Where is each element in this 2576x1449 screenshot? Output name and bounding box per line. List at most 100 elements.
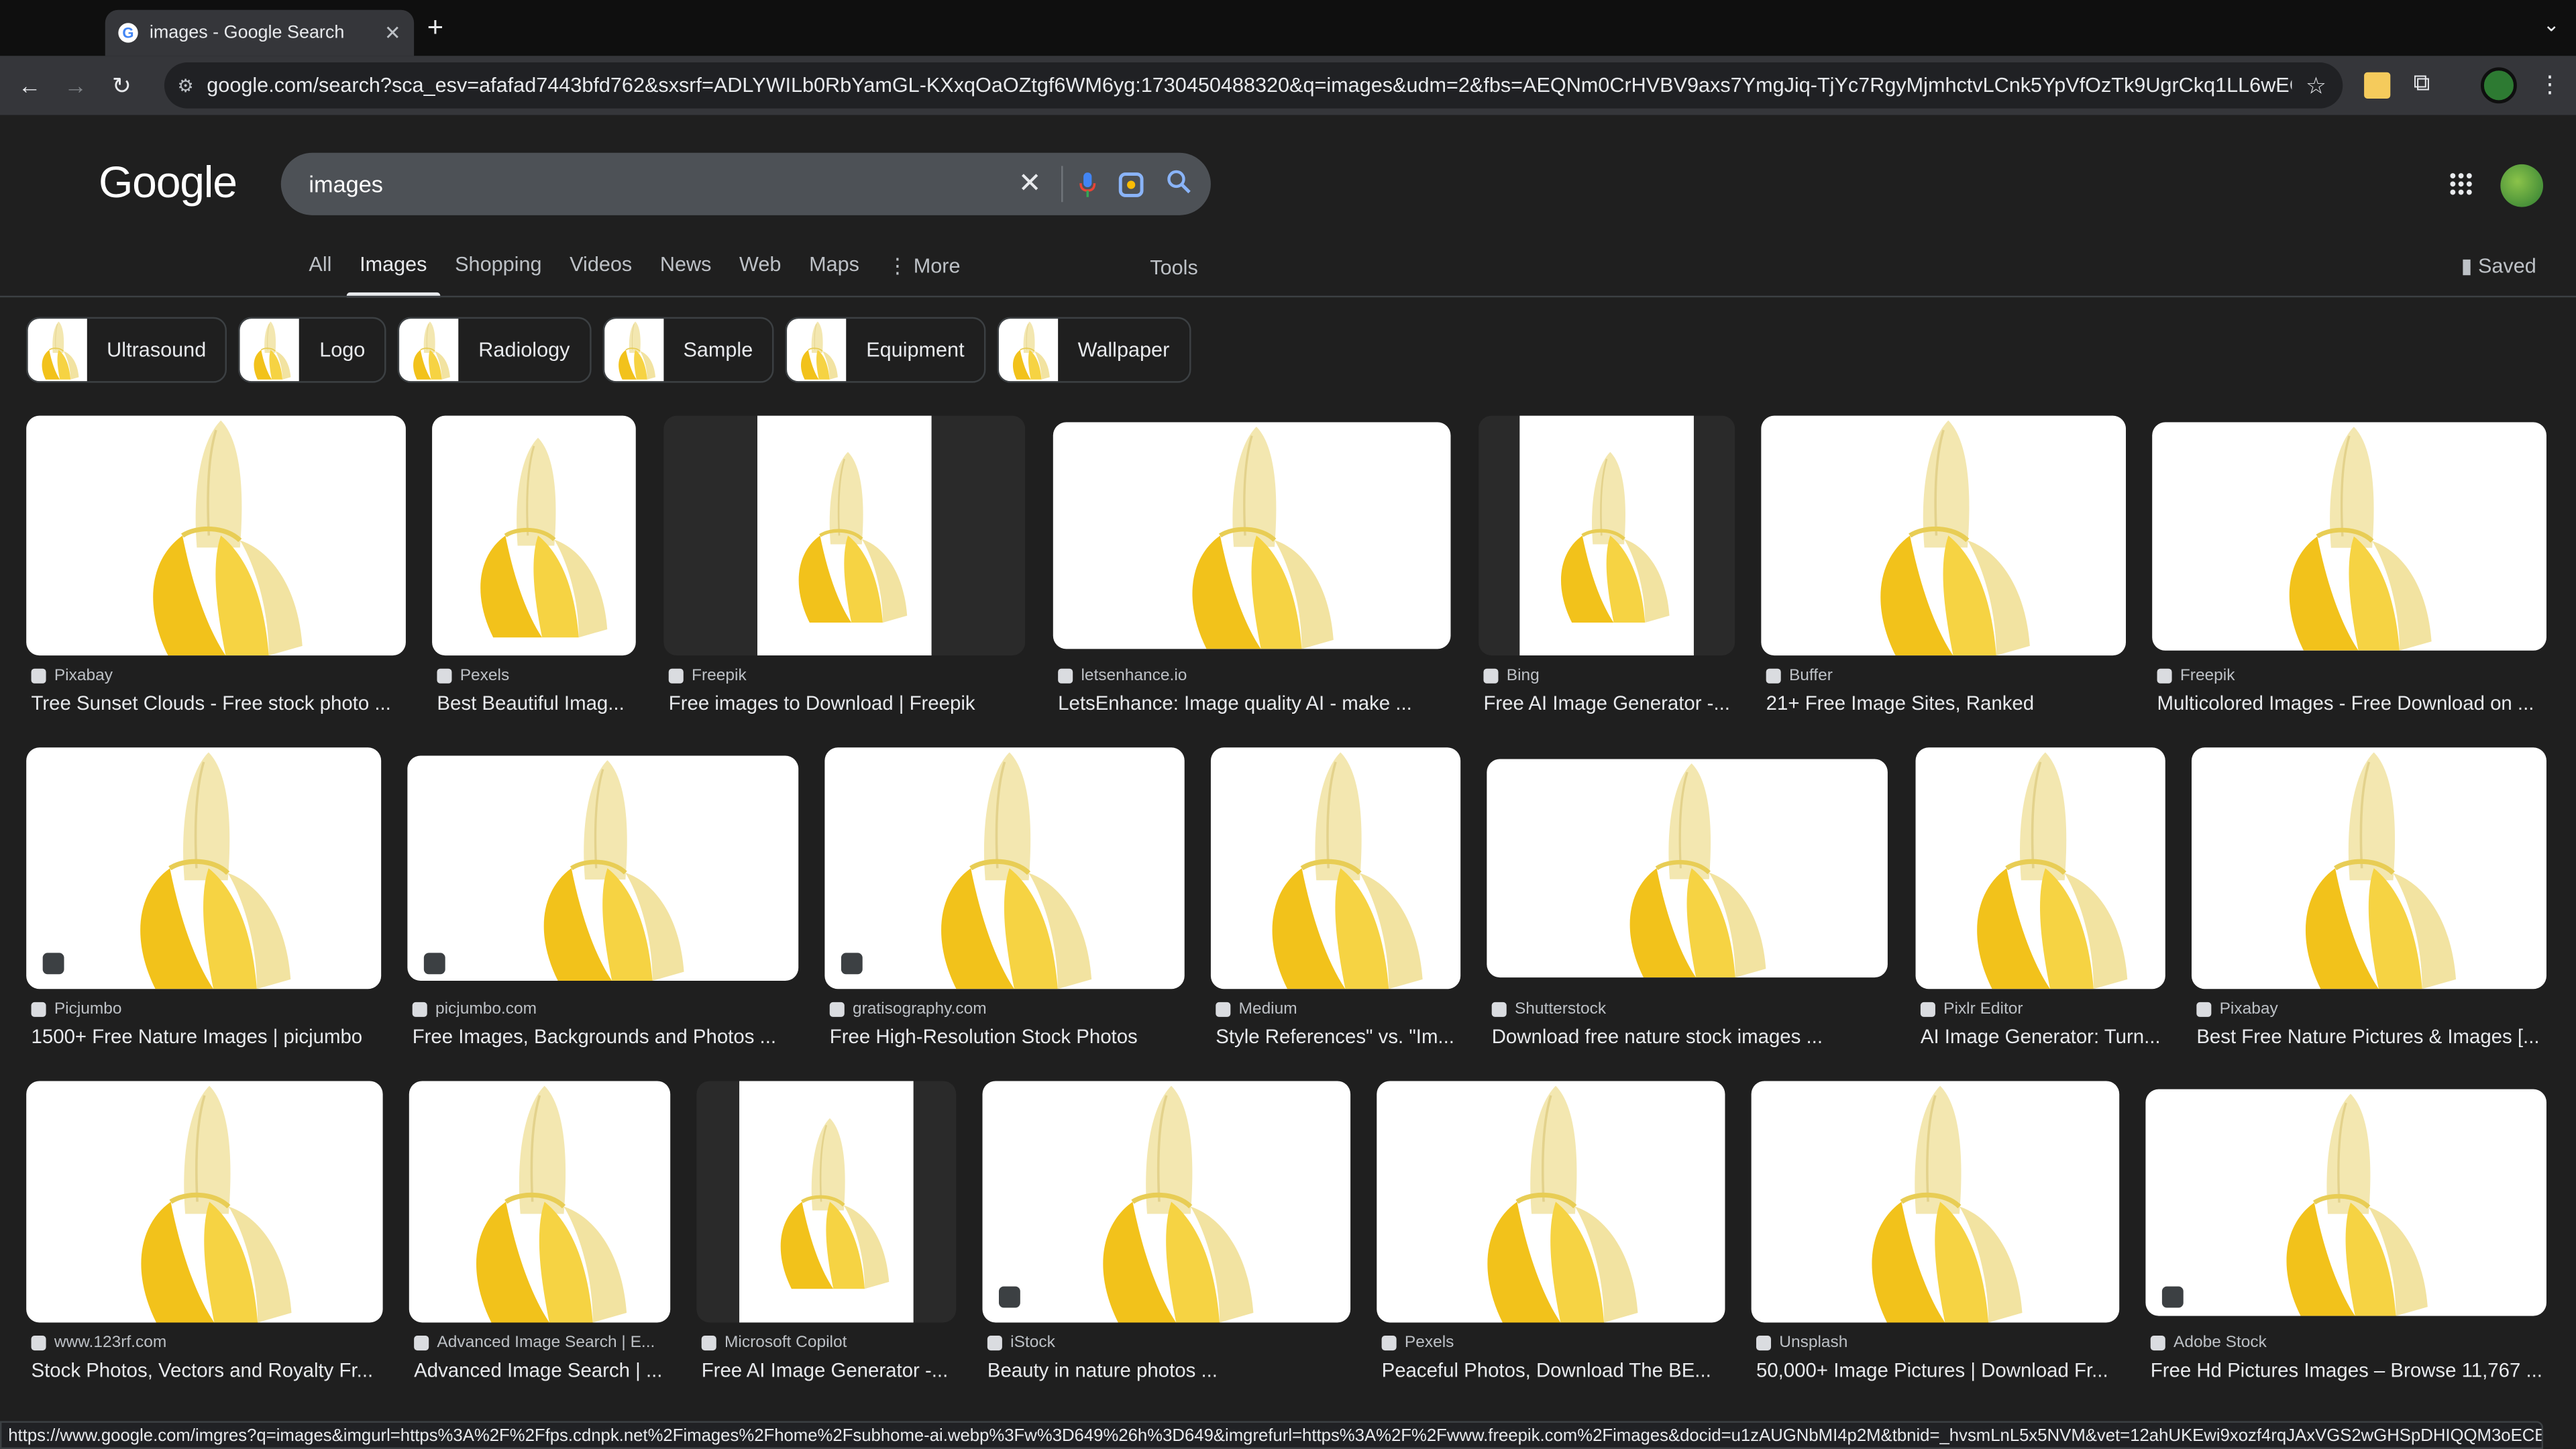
tab-shopping[interactable]: Shopping [455,253,541,296]
profile-avatar[interactable] [2480,67,2517,104]
result-title[interactable]: Stock Photos, Vectors and Royalty Fr... [32,1358,385,1381]
result-title[interactable]: Free Hd Pictures Images – Browse 11,767 … [2151,1358,2548,1381]
tab-news[interactable]: News [660,253,712,296]
chip-sample[interactable]: Sample [602,317,775,383]
result-title[interactable]: Best Beautiful Imag... [437,692,641,714]
link-status-bar: https://www.google.com/imgres?q=images&i… [0,1421,2544,1449]
result-title[interactable]: LetsEnhance: Image quality AI - make ... [1058,692,1452,714]
result-image[interactable] [1377,1081,1725,1323]
tab-more[interactable]: ⋮ More [888,253,961,296]
google-apps-icon[interactable] [2448,171,2474,205]
extensions-puzzle-icon[interactable]: ⧉ [2414,69,2440,95]
browser-menu-icon[interactable]: ⋮ [2538,70,2561,99]
banana-illustration [1880,420,2030,656]
result-image[interactable] [432,415,636,656]
search-box[interactable]: images ✕ [280,152,1211,215]
clear-search-icon[interactable]: ✕ [1018,168,1042,201]
result-image[interactable] [1487,759,1888,978]
result-title[interactable]: 1500+ Free Nature Images | picjumbo [32,1025,383,1048]
result-image[interactable] [26,747,382,989]
chip-label: Radiology [478,338,570,362]
tab-videos[interactable]: Videos [570,253,632,296]
search-icon[interactable] [1167,168,1191,200]
result-title[interactable]: AI Image Generator: Turn... [1921,1025,2167,1048]
result-title[interactable]: Beauty in nature photos ... [987,1358,1352,1381]
source-name: Shutterstock [1514,1000,1607,1019]
result-image[interactable] [1210,747,1461,989]
result-source: iStock [987,1334,1055,1352]
result-source: letsenhance.io [1058,667,1187,685]
result-image[interactable] [696,1081,957,1323]
result-title[interactable]: Free AI Image Generator -... [1483,692,1736,714]
result-title[interactable]: Style References" vs. "Im... [1216,1025,1462,1048]
tab-maps[interactable]: Maps [809,253,859,296]
close-tab-icon[interactable]: ✕ [384,21,401,44]
result-image[interactable] [2191,747,2546,989]
result-title[interactable]: 21+ Free Image Sites, Ranked [1766,692,2128,714]
tab-all[interactable]: All [309,253,331,296]
lens-icon[interactable] [1118,171,1144,197]
result-title[interactable]: 50,000+ Image Pictures | Download Fr... [1756,1358,2121,1381]
site-info-icon[interactable]: ⚙ [177,74,193,96]
result-title[interactable]: Free High-Resolution Stock Photos [830,1025,1186,1048]
chip-thumbnail [787,319,847,382]
result-image[interactable] [26,1081,383,1323]
result-title[interactable]: Advanced Image Search | ... [414,1358,672,1381]
chip-wallpaper[interactable]: Wallpaper [997,317,1191,383]
chip-logo[interactable]: Logo [239,317,387,383]
tab-web[interactable]: Web [739,253,781,296]
forward-icon[interactable]: → [52,72,99,99]
back-icon[interactable]: ← [7,72,53,99]
bookmark-star-icon[interactable]: ☆ [2306,72,2326,100]
result-image[interactable] [407,755,799,981]
chip-ultrasound[interactable]: Ultrasound [26,317,228,383]
result-title[interactable]: Tree Sunset Clouds - Free stock photo ..… [32,692,406,714]
result-source: Buffer [1766,667,1833,685]
tools-button[interactable]: Tools [1150,256,1197,279]
result-image[interactable] [2152,422,2546,651]
result-title[interactable]: Download free nature stock images ... [1492,1025,1890,1048]
result-title[interactable]: Best Free Nature Pictures & Images [... [2196,1025,2548,1048]
result-image[interactable] [409,1081,671,1323]
result-image[interactable] [1053,422,1451,649]
saved-button[interactable]: ▮ Saved [2461,253,2536,278]
result-source: Shutterstock [1491,1000,1607,1019]
account-avatar[interactable] [2500,164,2544,207]
banana-illustration [1272,752,1423,989]
browser-toolbar: ← → ↻ ⚙ google.com/search?sca_esv=afafad… [0,56,2576,115]
source-favicon-icon [414,1336,429,1351]
chip-equipment[interactable]: Equipment [786,317,986,383]
search-input[interactable]: images [309,171,1018,197]
result-title[interactable]: Free Images, Backgrounds and Photos ... [413,1025,800,1048]
address-bar[interactable]: ⚙ google.com/search?sca_esv=afafad7443bf… [164,62,2343,109]
result-image[interactable] [1915,747,2165,989]
result-title[interactable]: Free images to Download | Freepik [669,692,1027,714]
chip-label: Equipment [866,338,965,362]
result-image[interactable] [1479,415,1735,656]
result-image[interactable] [1761,415,2127,656]
result-image[interactable] [1751,1081,2120,1323]
image-content [739,1081,914,1323]
image-badge-icon [42,953,64,975]
notes-extension-icon[interactable] [2364,72,2391,99]
microphone-icon[interactable] [1079,171,1096,197]
result-image[interactable] [824,747,1185,989]
result-title[interactable]: Multicolored Images - Free Download on .… [2157,692,2548,714]
reload-icon[interactable]: ↻ [99,72,145,100]
source-name: Picjumbo [54,1000,122,1019]
result-image[interactable] [982,1081,1351,1323]
result-image[interactable] [663,415,1026,656]
result-source: Freepik [668,667,747,685]
source-favicon-icon [1381,1336,1397,1351]
new-tab-icon[interactable]: + [427,11,443,44]
result-image[interactable] [26,415,406,656]
browser-tab[interactable]: G images - Google Search ✕ [105,9,415,56]
google-logo[interactable]: Google [99,158,237,209]
source-favicon-icon [1483,668,1499,684]
tab-search-icon[interactable]: ⌄ [2543,13,2560,36]
result-image[interactable] [2145,1089,2546,1316]
tab-images[interactable]: Images [346,253,441,298]
chip-radiology[interactable]: Radiology [398,317,592,383]
result-title[interactable]: Peaceful Photos, Download The BE... [1382,1358,1727,1381]
result-title[interactable]: Free AI Image Generator -... [702,1358,958,1381]
